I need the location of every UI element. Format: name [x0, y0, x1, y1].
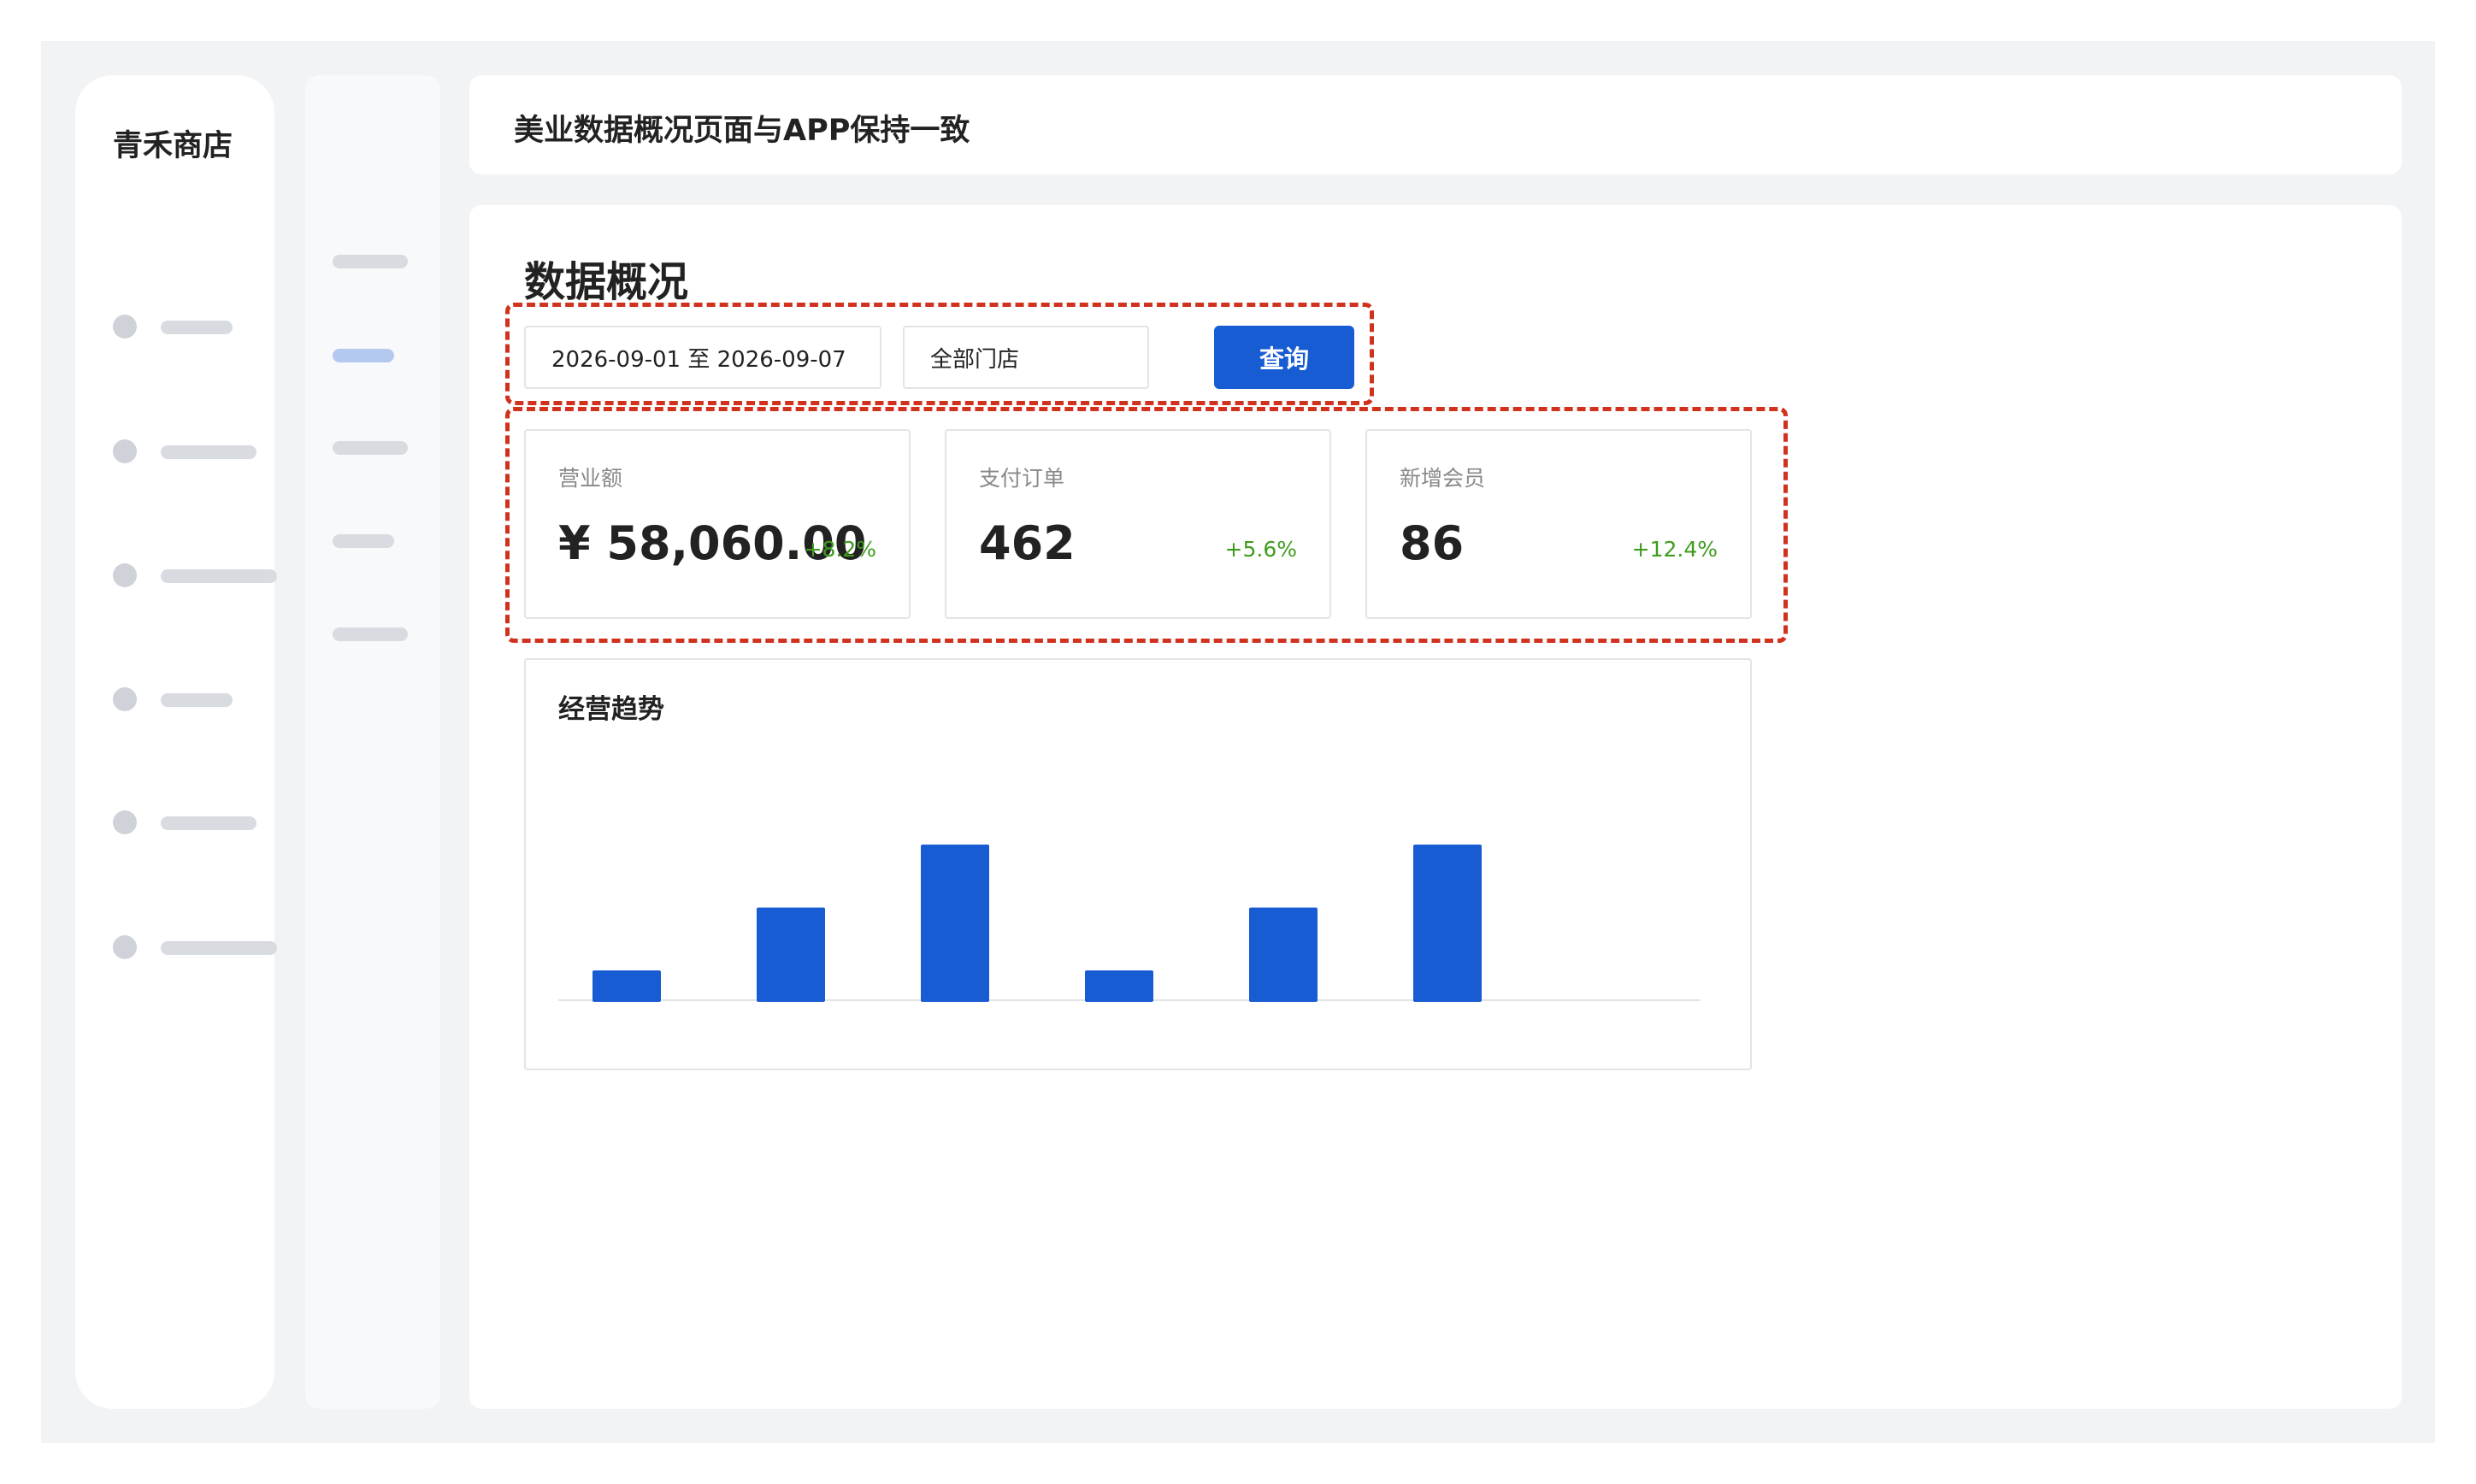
- metric-label: 新增会员: [1400, 466, 1486, 491]
- metric-delta: +5.6%: [1224, 537, 1297, 562]
- sidebar-item-placeholder: [161, 693, 233, 707]
- query-button[interactable]: 查询: [1214, 326, 1354, 389]
- subnav-item-4[interactable]: [333, 534, 394, 548]
- trend-chart-card: 经营趋势: [524, 658, 1752, 1070]
- page-title: 数据概况: [524, 258, 689, 306]
- store-select[interactable]: 全部门店: [903, 326, 1149, 389]
- chart-bar-3[interactable]: [921, 845, 989, 1002]
- top-bar: 美业数据概况页面与APP保持一致: [469, 75, 2402, 174]
- nav-dot-icon: [113, 810, 137, 834]
- main-panel: 数据概况 2026-09-01 至 2026-09-07 全部门店 查询 营业额…: [469, 205, 2402, 1409]
- primary-sidebar: 青禾商店: [75, 75, 277, 1409]
- metric-delta: +12.4%: [1631, 537, 1718, 562]
- sidebar-item-placeholder: [161, 941, 277, 955]
- metric-card-orders: 支付订单 462 +5.6%: [945, 429, 1331, 619]
- store-name: 青禾商店: [113, 129, 233, 163]
- metric-value: 86: [1400, 516, 1465, 570]
- sidebar-item-placeholder: [161, 816, 256, 830]
- sidebar-item-placeholder: [161, 445, 256, 459]
- metric-label: 营业额: [558, 466, 623, 491]
- subnav-item-active[interactable]: [333, 349, 394, 362]
- metric-delta: +8.2%: [804, 537, 876, 562]
- metric-card-revenue: 营业额 ¥ 58,060.00 +8.2%: [524, 429, 911, 619]
- date-range-input[interactable]: 2026-09-01 至 2026-09-07: [524, 326, 881, 389]
- chart-bar-5[interactable]: [1249, 907, 1318, 1002]
- subnav-item-1[interactable]: [333, 255, 408, 268]
- top-bar-title: 美业数据概况页面与APP保持一致: [514, 114, 970, 148]
- sidebar-item-placeholder: [161, 321, 233, 334]
- metric-value: 462: [979, 516, 1076, 570]
- metric-label: 支付订单: [979, 466, 1065, 491]
- secondary-sidebar: [305, 75, 440, 1409]
- trend-bar-chart: [558, 845, 1701, 1002]
- chart-bar-1[interactable]: [592, 970, 661, 1002]
- subnav-item-3[interactable]: [333, 441, 408, 455]
- metric-card-members: 新增会员 86 +12.4%: [1365, 429, 1752, 619]
- sidebar-item-placeholder: [161, 569, 277, 583]
- nav-dot-icon: [113, 439, 137, 463]
- chart-bar-2[interactable]: [757, 907, 825, 1002]
- nav-dot-icon: [113, 687, 137, 711]
- chart-bar-4[interactable]: [1085, 970, 1153, 1002]
- nav-dot-icon: [113, 935, 137, 959]
- chart-bar-6[interactable]: [1413, 845, 1482, 1002]
- nav-dot-icon: [113, 563, 137, 587]
- subnav-item-5[interactable]: [333, 627, 408, 641]
- nav-dot-icon: [113, 315, 137, 339]
